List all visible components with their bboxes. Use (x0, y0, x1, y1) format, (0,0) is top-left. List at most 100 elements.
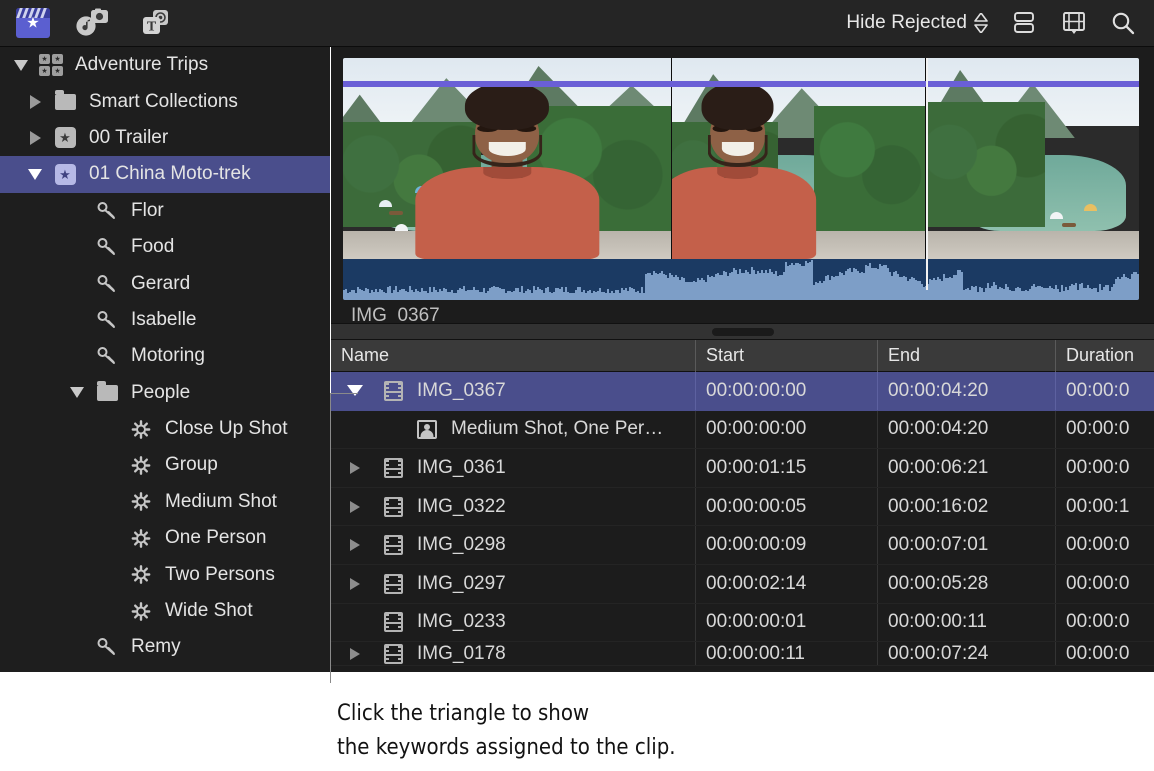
end-timecode: 00:00:04:20 (888, 418, 988, 440)
table-row[interactable]: IMG_036100:00:01:1500:00:06:2100:00:0 (331, 449, 1154, 488)
row-twisty[interactable] (331, 578, 379, 590)
titles-generators-icon[interactable]: T (136, 8, 174, 38)
start-timecode: 00:00:00:00 (706, 418, 806, 440)
cell-name[interactable]: IMG_0367 (331, 372, 695, 410)
cell-start: 00:00:00:05 (695, 488, 877, 526)
column-header-name[interactable]: Name (331, 340, 695, 372)
row-twisty[interactable] (331, 648, 379, 660)
table-header-row[interactable]: NameStartEndDuration (331, 340, 1154, 372)
sidebar-item-medium-shot[interactable]: Medium Shot (0, 484, 330, 520)
table-row[interactable]: IMG_023300:00:00:0100:00:00:1100:00:0 (331, 604, 1154, 643)
disclosure-triangle-collapsed[interactable] (30, 131, 41, 145)
table-row[interactable]: IMG_029700:00:02:1400:00:05:2800:00:0 (331, 565, 1154, 604)
row-twisty[interactable] (331, 539, 379, 551)
column-header-duration[interactable]: Duration (1055, 340, 1154, 372)
disclosure-triangle-expanded[interactable] (28, 169, 42, 180)
disclosure-triangle-expanded[interactable] (14, 60, 28, 71)
sidebar-item-adventure-trips[interactable]: ★★★★Adventure Trips (0, 47, 330, 83)
sidebar-item-close-up-shot[interactable]: Close Up Shot (0, 411, 330, 447)
table-row[interactable]: Medium Shot, One Per… 00:00:00:00 00:00:04… (331, 411, 1154, 450)
library-sidebar[interactable]: ★★★★Adventure Trips Smart Collections ★00 … (0, 47, 330, 672)
twisty[interactable] (20, 95, 50, 109)
cell-name[interactable]: IMG_0298 (331, 526, 695, 564)
sidebar-item-00-trailer[interactable]: ★00 Trailer (0, 120, 330, 156)
keyword-key-icon (92, 310, 122, 330)
twisty[interactable] (62, 387, 92, 398)
twisty[interactable] (6, 60, 36, 71)
table-row[interactable]: IMG_017800:00:00:1100:00:07:2400:00:0 (331, 642, 1154, 666)
sidebar-item-two-persons[interactable]: Two Persons (0, 556, 330, 592)
hide-rejected-filter-button[interactable]: Hide Rejected (846, 12, 988, 34)
cell-name[interactable]: IMG_0297 (331, 565, 695, 603)
analysis-keyword-icon (126, 419, 156, 440)
search-icon[interactable] (1110, 10, 1136, 36)
folder-icon (50, 94, 80, 110)
table-row[interactable]: IMG_029800:00:00:0900:00:07:0100:00:0 (331, 526, 1154, 565)
photos-audio-icon[interactable] (74, 8, 112, 38)
row-disclosure-triangle-collapsed[interactable] (350, 648, 360, 660)
column-header-end[interactable]: End (877, 340, 1055, 372)
audio-waveform (343, 259, 1139, 300)
row-disclosure-triangle-expanded[interactable] (347, 385, 363, 396)
sidebar-item-flor[interactable]: Flor (0, 193, 330, 229)
row-disclosure-triangle-collapsed[interactable] (350, 539, 360, 551)
cell-name[interactable]: IMG_0233 (331, 604, 695, 642)
sidebar-item-motoring[interactable]: Motoring (0, 338, 330, 374)
sidebar-item-smart-collections[interactable]: Smart Collections (0, 83, 330, 119)
filmstrip[interactable] (343, 58, 1139, 300)
sidebar-item-isabelle[interactable]: Isabelle (0, 302, 330, 338)
playhead[interactable] (926, 58, 928, 290)
sidebar-item-people[interactable]: People (0, 375, 330, 411)
row-icon (379, 574, 407, 594)
sidebar-item-label: People (122, 382, 190, 404)
table-row[interactable]: IMG_036700:00:00:0000:00:04:2000:00:0 (331, 372, 1154, 411)
table-row[interactable]: IMG_032200:00:00:0500:00:16:0200:00:1 (331, 488, 1154, 527)
cell-start: 00:00:00:11 (695, 642, 877, 665)
sidebar-item-food[interactable]: Food (0, 229, 330, 265)
disclosure-triangle-expanded[interactable] (70, 387, 84, 398)
row-icon (413, 420, 441, 439)
keyword-key-icon (92, 637, 122, 657)
filmstrip-resize-handle[interactable] (712, 328, 774, 336)
row-twisty[interactable] (331, 385, 379, 396)
end-timecode: 00:00:00:11 (888, 611, 987, 633)
filmstrip-view-icon[interactable] (1060, 10, 1088, 36)
sidebar-item-group[interactable]: Group (0, 447, 330, 483)
sidebar-item-one-person[interactable]: One Person (0, 520, 330, 556)
twisty[interactable] (20, 131, 50, 145)
row-disclosure-triangle-collapsed[interactable] (350, 578, 360, 590)
cell-end: 00:00:07:24 (877, 642, 1055, 665)
cell-name[interactable]: IMG_0178 (331, 642, 695, 665)
row-disclosure-triangle-collapsed[interactable] (350, 501, 360, 513)
analysis-keyword-icon (126, 601, 156, 622)
sidebar-item-label: Gerard (122, 273, 190, 295)
table-body[interactable]: IMG_036700:00:00:0000:00:04:2000:00:0Med… (331, 372, 1154, 666)
sidebar-item-wide-shot[interactable]: Wide Shot (0, 593, 330, 629)
end-timecode: 00:00:07:01 (888, 534, 988, 556)
cell-end: 00:00:04:20 (877, 372, 1055, 410)
filmstrip-preview-area[interactable]: IMG_0367 (331, 47, 1154, 323)
pane-divider[interactable] (331, 323, 1154, 340)
twisty[interactable] (20, 169, 50, 180)
browser-pane: IMG_0367 NameStartEndDuration IMG_036700… (331, 47, 1154, 672)
sidebar-item-gerard[interactable]: Gerard (0, 265, 330, 301)
up-down-stepper-icon[interactable] (974, 13, 988, 33)
row-disclosure-triangle-collapsed[interactable] (350, 462, 360, 474)
clip-list-table[interactable]: NameStartEndDuration IMG_036700:00:00:00… (331, 340, 1154, 672)
keyword-range-bar[interactable] (343, 81, 1139, 87)
disclosure-triangle-collapsed[interactable] (30, 95, 41, 109)
row-twisty[interactable] (331, 462, 379, 474)
column-header-start[interactable]: Start (695, 340, 877, 372)
sidebar-item-01-china-moto-trek[interactable]: ★01 China Moto-trek (0, 156, 330, 192)
cell-name[interactable]: Medium Shot, One Per… (331, 411, 695, 449)
sidebar-item-label: Wide Shot (156, 600, 253, 622)
cell-name[interactable]: IMG_0361 (331, 449, 695, 487)
cell-name[interactable]: IMG_0322 (331, 488, 695, 526)
sidebar-item-label: Smart Collections (80, 91, 238, 113)
list-view-icon[interactable] (1010, 10, 1038, 36)
sidebar-item-remy[interactable]: Remy (0, 629, 330, 665)
library-clapperboard-icon[interactable]: ★ (16, 8, 50, 38)
caption-line-2: the keywords assigned to the clip. (337, 731, 897, 765)
row-twisty[interactable] (331, 501, 379, 513)
hide-rejected-label: Hide Rejected (846, 12, 967, 34)
